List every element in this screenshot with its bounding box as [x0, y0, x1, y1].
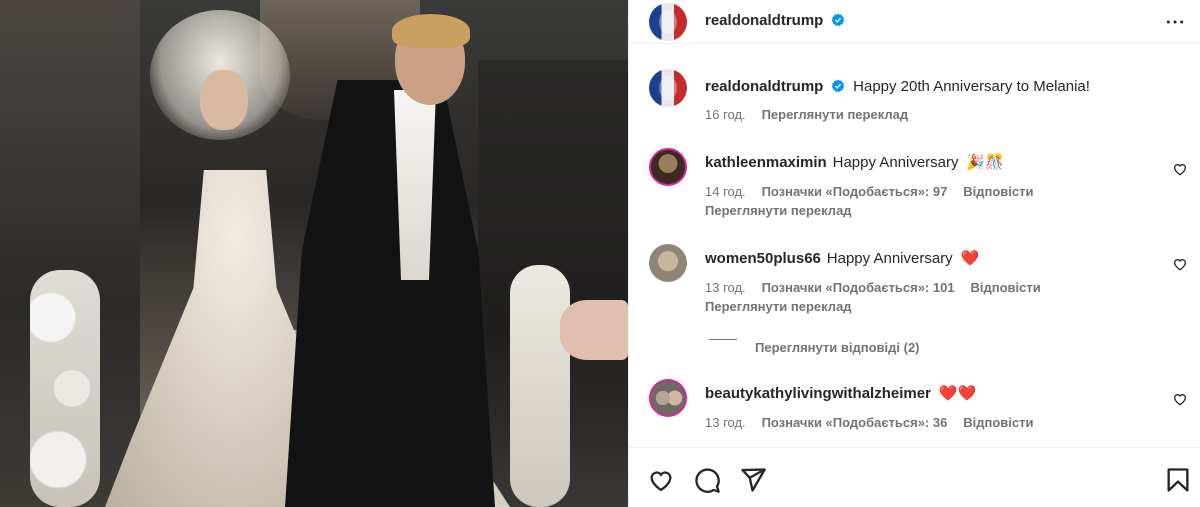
- comment-username[interactable]: kathleenmaximin: [705, 154, 827, 171]
- verified-badge-icon: [831, 13, 845, 27]
- comment-avatar[interactable]: [649, 148, 687, 186]
- comment-icon[interactable]: [693, 466, 721, 494]
- heart-icon[interactable]: [647, 466, 675, 494]
- photo-bride-head: [200, 70, 248, 130]
- photo-tuxedo: [285, 80, 495, 507]
- comment-meta: 13 год. Позначки «Подобається»: 101 Відп…: [705, 279, 1041, 295]
- caption-username[interactable]: realdonaldtrump: [705, 78, 823, 95]
- caption-translate-link[interactable]: Переглянути переклад: [762, 107, 909, 122]
- post-photo[interactable]: [0, 0, 628, 507]
- comment-likes[interactable]: Позначки «Подобається»: 36: [762, 415, 948, 430]
- comment-translate-row: Переглянути переклад: [705, 298, 852, 314]
- comment-time[interactable]: 13 год.: [705, 415, 746, 430]
- send-icon[interactable]: [739, 466, 767, 494]
- heart-icon[interactable]: [1172, 161, 1188, 177]
- caption-author-avatar[interactable]: [649, 69, 687, 107]
- photo-flowers-right: [510, 265, 570, 507]
- replies-divider: [709, 339, 737, 340]
- party-emoji: 🎉🎊: [966, 154, 1004, 171]
- bookmark-icon[interactable]: [1164, 466, 1192, 494]
- heart-icon[interactable]: [1172, 256, 1188, 272]
- comment-reply-button[interactable]: Відповісти: [970, 280, 1040, 295]
- comment-text: Happy Anniversary: [832, 154, 959, 171]
- comment-translate-link[interactable]: Переглянути переклад: [705, 299, 852, 314]
- heart-emoji: ❤️: [960, 250, 980, 267]
- photo-groom-hair: [392, 14, 470, 48]
- more-icon[interactable]: [1165, 12, 1185, 32]
- view-replies-row: Переглянути відповіді (2): [755, 339, 920, 355]
- post-action-bar: [629, 447, 1200, 507]
- author-avatar[interactable]: [649, 3, 687, 41]
- author-username[interactable]: realdonaldtrump: [705, 12, 823, 29]
- comment-likes[interactable]: Позначки «Подобається»: 97: [762, 184, 948, 199]
- comment-time[interactable]: 13 год.: [705, 280, 746, 295]
- comment-username[interactable]: women50plus66: [705, 250, 821, 267]
- comment-avatar[interactable]: [649, 244, 687, 282]
- verified-badge-icon: [831, 79, 845, 93]
- caption-time[interactable]: 16 год.: [705, 107, 746, 122]
- comment-meta: 13 год. Позначки «Подобається»: 36 Відпо…: [705, 414, 1033, 430]
- heart-emoji: ❤️❤️: [938, 385, 977, 402]
- comment-text: Happy Anniversary: [826, 250, 953, 267]
- comment-avatar[interactable]: [649, 379, 687, 417]
- comment-username[interactable]: beautykathylivingwithalzheimer: [705, 385, 931, 402]
- comment-translate-row: Переглянути переклад: [705, 202, 852, 218]
- comment-likes[interactable]: Позначки «Подобається»: 101: [762, 280, 955, 295]
- caption-text: Happy 20th Anniversary to Melania!: [853, 78, 1090, 95]
- comment-translate-link[interactable]: Переглянути переклад: [705, 203, 852, 218]
- comment-body: beautykathylivingwithalzheimer ❤️❤️: [705, 384, 976, 402]
- comment-time[interactable]: 14 год.: [705, 184, 746, 199]
- comment-body: kathleenmaximin Happy Anniversary 🎉🎊: [705, 153, 1004, 171]
- comment-body: women50plus66 Happy Anniversary ❤️: [705, 249, 979, 267]
- comment-reply-button[interactable]: Відповісти: [963, 415, 1033, 430]
- author-name-row: realdonaldtrump: [705, 12, 845, 29]
- view-replies-button[interactable]: Переглянути відповіді (2): [755, 340, 920, 355]
- caption-meta: 16 год. Переглянути переклад: [705, 106, 908, 122]
- comment-reply-button[interactable]: Відповісти: [963, 184, 1033, 199]
- post-side-panel: realdonaldtrump realdonaldtrump Happy 20…: [628, 0, 1200, 507]
- post-header: realdonaldtrump: [629, 0, 1200, 44]
- photo-hand: [560, 300, 628, 360]
- caption: realdonaldtrump Happy 20th Anniversary t…: [705, 78, 1090, 95]
- heart-icon[interactable]: [1172, 391, 1188, 407]
- photo-flowers-left: [30, 270, 100, 507]
- comment-meta: 14 год. Позначки «Подобається»: 97 Відпо…: [705, 183, 1033, 199]
